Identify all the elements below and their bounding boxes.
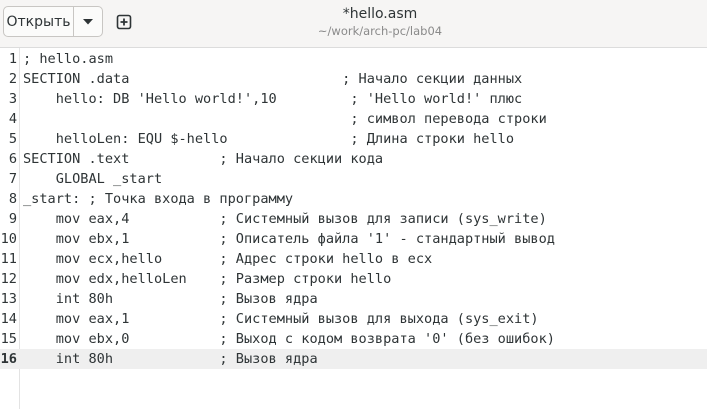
line-text[interactable]: mov ecx,hello ; Адрес строки hello в ecx <box>23 249 432 269</box>
line-number: 14 <box>0 311 17 327</box>
line-text[interactable]: ; hello.asm <box>23 49 113 69</box>
line-number: 5 <box>8 131 17 147</box>
code-line[interactable]: 8 _start: ; Точка входа в программу <box>0 189 707 209</box>
code-line[interactable]: 6 SECTION .text ; Начало секции кода <box>0 149 707 169</box>
line-text[interactable]: GLOBAL _start <box>23 169 162 189</box>
new-tab-icon <box>116 14 132 30</box>
code-line[interactable]: 1 ; hello.asm <box>0 49 707 69</box>
code-line[interactable]: 15 mov ebx,0 ; Выход с кодом возврата '0… <box>0 329 707 349</box>
code-line[interactable]: 7 GLOBAL _start <box>0 169 707 189</box>
code-line[interactable]: 16 int 80h ; Вызов ядра <box>0 349 707 369</box>
document-title: *hello.asm <box>342 6 418 22</box>
code-line[interactable]: 14 mov eax,1 ; Системный вызов для выход… <box>0 309 707 329</box>
line-number: 1 <box>8 51 17 67</box>
line-number: 15 <box>0 331 17 347</box>
line-number: 16 <box>0 351 17 367</box>
code-line[interactable]: 4 ; символ перевода строки <box>0 109 707 129</box>
code-line[interactable]: 9 mov eax,4 ; Системный вызов для записи… <box>0 209 707 229</box>
line-text[interactable]: SECTION .data ; Начало секции данных <box>23 69 522 89</box>
code-line[interactable]: 10 mov ebx,1 ; Описатель файла '1' - ста… <box>0 229 707 249</box>
line-text[interactable]: mov eax,4 ; Системный вызов для записи (… <box>23 209 547 229</box>
line-number: 12 <box>0 271 17 287</box>
line-number: 13 <box>0 291 17 307</box>
line-text[interactable]: _start: ; Точка входа в программу <box>23 189 293 209</box>
chevron-down-icon <box>83 18 93 24</box>
line-text[interactable]: mov ebx,1 ; Описатель файла '1' - станда… <box>23 229 555 249</box>
code-line[interactable]: 12 mov edx,helloLen ; Размер строки hell… <box>0 269 707 289</box>
line-number: 11 <box>0 251 17 267</box>
open-button-group: Открыть <box>3 6 103 37</box>
code-line[interactable]: 3 hello: DB 'Hello world!',10 ; 'Hello w… <box>0 89 707 109</box>
code-line[interactable]: 11 mov ecx,hello ; Адрес строки hello в … <box>0 249 707 269</box>
line-text[interactable]: SECTION .text ; Начало секции кода <box>23 149 383 169</box>
header-bar: Открыть *hello.asm ~/work/arch-pc/lab04 <box>0 0 707 48</box>
line-text[interactable]: int 80h ; Вызов ядра <box>23 289 318 309</box>
code-line[interactable]: 5 helloLen: EQU $-hello ; Длина строки h… <box>0 129 707 149</box>
line-number: 3 <box>8 91 17 107</box>
window-title-block: *hello.asm ~/work/arch-pc/lab04 <box>260 5 500 39</box>
line-text[interactable]: int 80h ; Вызов ядра <box>23 349 318 369</box>
code-editor[interactable]: 1 ; hello.asm 2 SECTION .data ; Начало секц… <box>0 48 707 409</box>
code-line[interactable]: 13 int 80h ; Вызов ядра <box>0 289 707 309</box>
line-text[interactable]: hello: DB 'Hello world!',10 ; 'Hello wor… <box>23 89 523 109</box>
line-number: 6 <box>8 151 17 167</box>
line-text[interactable]: mov eax,1 ; Системный вызов для выхода (… <box>23 309 539 329</box>
line-text[interactable]: helloLen: EQU $-hello ; Длина строки hel… <box>23 129 514 149</box>
code-line[interactable]: 2 SECTION .data ; Начало секции данных <box>0 69 707 89</box>
line-text[interactable]: mov ebx,0 ; Выход с кодом возврата '0' (… <box>23 329 555 349</box>
new-tab-button[interactable] <box>112 10 136 34</box>
line-text[interactable]: mov edx,helloLen ; Размер строки hello <box>23 269 392 289</box>
line-number: 2 <box>8 71 17 87</box>
line-number: 7 <box>8 171 17 187</box>
open-menu-button[interactable] <box>74 7 102 36</box>
line-text[interactable]: ; символ перевода строки <box>23 109 546 129</box>
line-number: 9 <box>8 211 17 227</box>
line-number: 4 <box>8 111 17 127</box>
line-number: 8 <box>8 191 17 207</box>
line-number: 10 <box>0 231 17 247</box>
document-path: ~/work/arch-pc/lab04 <box>317 24 443 38</box>
open-button[interactable]: Открыть <box>4 7 74 36</box>
